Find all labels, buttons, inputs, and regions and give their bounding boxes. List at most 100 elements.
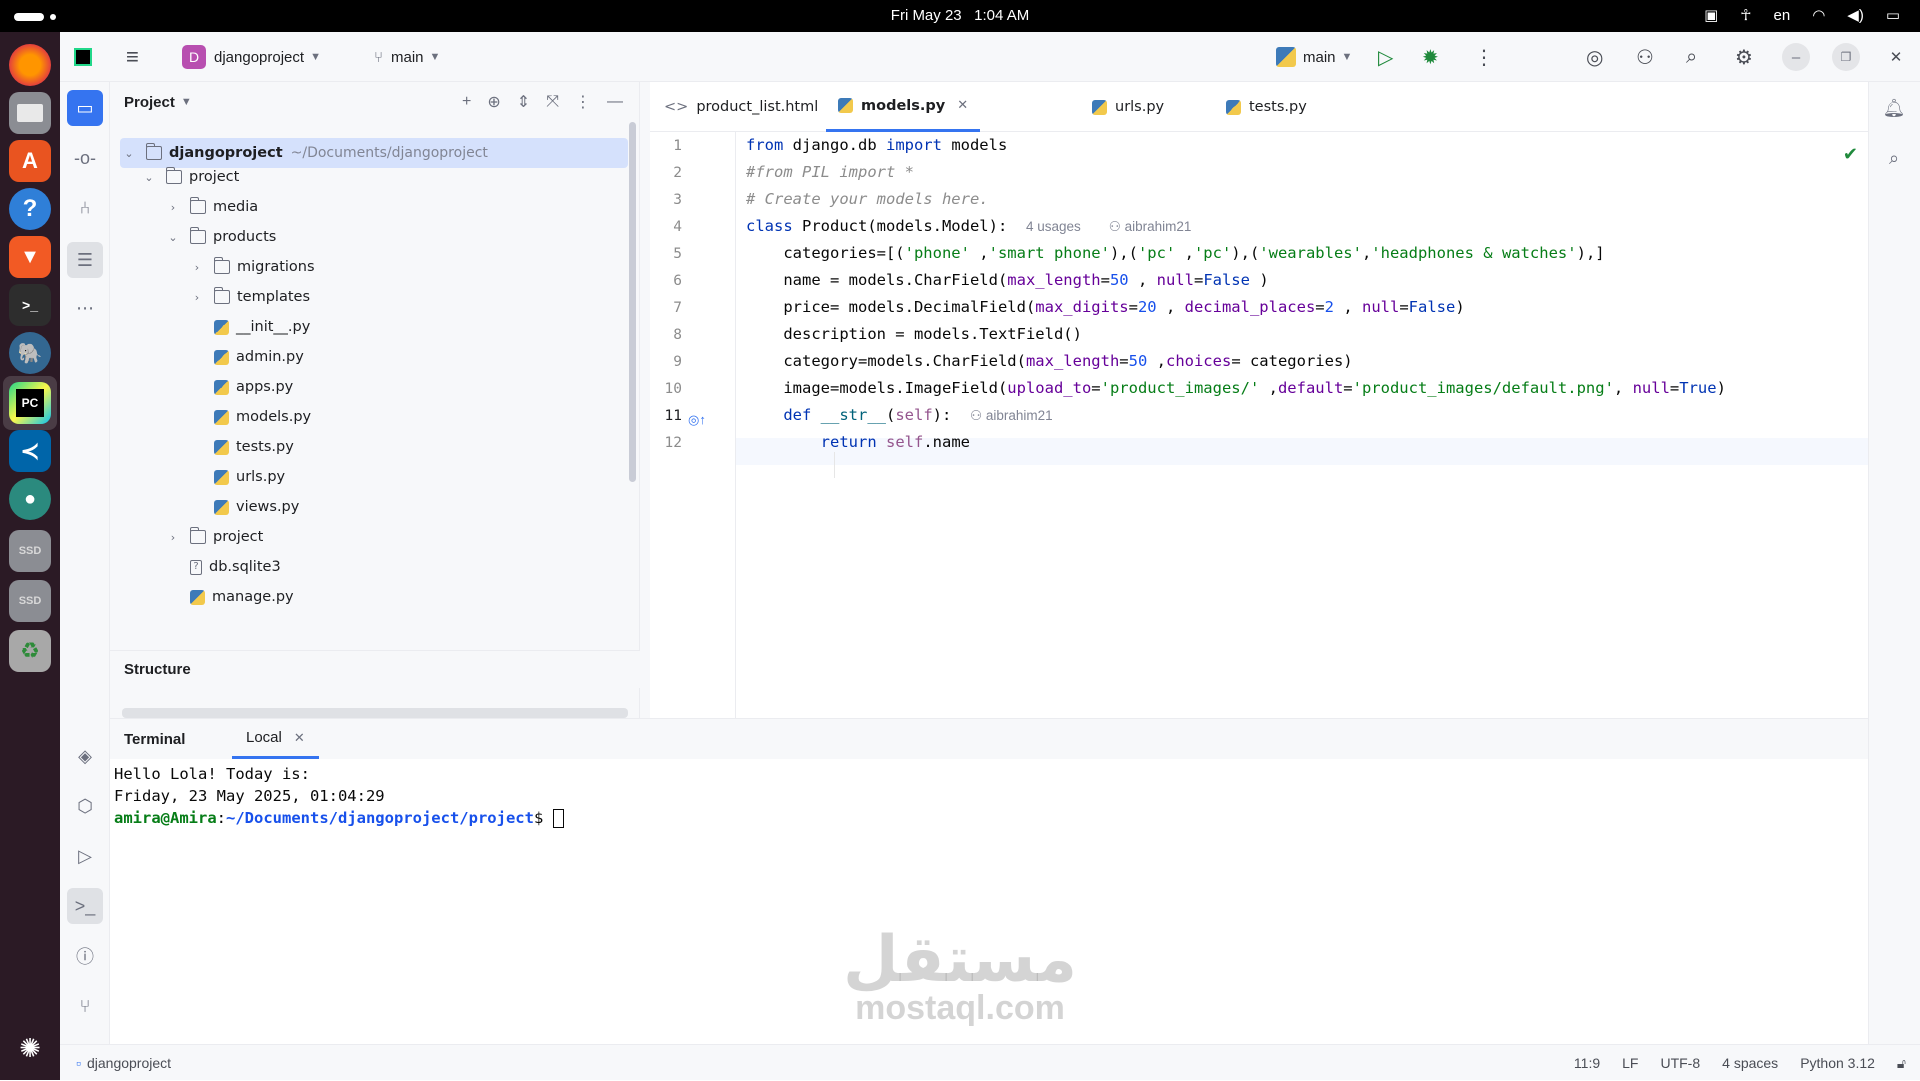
chevron-down-icon[interactable]: ⌄ <box>122 147 136 160</box>
structure-scrollbar[interactable] <box>122 708 628 718</box>
tab-models-py[interactable]: models.py ✕ <box>826 82 981 132</box>
app-center-icon[interactable]: A <box>9 140 51 182</box>
code-line-2[interactable]: #from PIL import * <box>746 159 914 186</box>
accessibility-icon[interactable]: ☥ <box>1740 6 1751 24</box>
tab-tests-py[interactable]: tests.py <box>1226 82 1307 132</box>
tab-local[interactable]: Local ✕ <box>232 719 319 759</box>
ai-assistant-icon[interactable]: ◎ <box>1586 32 1603 82</box>
tree-scrollbar[interactable] <box>629 122 636 482</box>
terminal-tool-icon[interactable]: >_ <box>67 888 103 924</box>
ssd-drive-icon[interactable]: SSD <box>9 580 51 622</box>
input-method-icon[interactable]: ▣ <box>1704 6 1718 24</box>
chevron-right-icon[interactable]: › <box>166 531 180 544</box>
postgres-icon[interactable]: 🐘 <box>9 332 51 374</box>
hide-panel-icon[interactable]: — <box>607 93 623 111</box>
tree-item-manage[interactable]: manage.py <box>110 582 630 612</box>
search-icon[interactable]: ⌕ <box>1686 32 1697 82</box>
tree-item-products[interactable]: ⌄ products <box>110 222 630 252</box>
usages-hint[interactable]: 4 usages <box>1026 219 1081 234</box>
author-hint[interactable]: ⚇ aibrahim21 <box>970 408 1053 423</box>
code-line-10[interactable]: image=models.ImageField(upload_to='produ… <box>746 375 1726 402</box>
structure-icon[interactable]: ☰ <box>67 242 103 278</box>
tab-product-list-html[interactable]: <> product_list.html <box>664 82 818 132</box>
tree-item-tests[interactable]: tests.py <box>110 432 630 462</box>
settings-gear-icon[interactable]: ⚙ <box>1735 32 1753 82</box>
python-console-icon[interactable]: ⬡ <box>67 788 103 824</box>
chevron-down-icon[interactable]: ⌄ <box>166 231 180 244</box>
code-line-1[interactable]: from django.db import models <box>746 132 1007 159</box>
maximize-button[interactable]: ❐ <box>1832 32 1860 82</box>
locate-file-icon[interactable]: ⊕ <box>487 92 500 112</box>
brave-icon[interactable]: ▼ <box>9 236 51 278</box>
line-separator[interactable]: LF <box>1622 1055 1638 1071</box>
language-indicator[interactable]: en <box>1774 7 1791 24</box>
collapse-all-icon[interactable]: ⤧ <box>546 93 559 111</box>
git-icon[interactable]: ⑂ <box>67 988 103 1024</box>
minimize-button[interactable]: – <box>1782 32 1810 82</box>
chevron-right-icon[interactable]: › <box>190 291 204 304</box>
no-problems-check-icon[interactable]: ✔ <box>1843 144 1858 165</box>
pull-requests-icon[interactable]: ⑃ <box>67 190 103 226</box>
chevron-down-icon[interactable]: ⌄ <box>142 171 156 184</box>
ai-chat-icon[interactable]: ⌕ <box>1876 140 1912 176</box>
options-icon[interactable]: ⋮ <box>575 92 591 112</box>
new-file-icon[interactable]: + <box>462 93 471 111</box>
tree-item-models[interactable]: models.py <box>110 402 630 432</box>
close-tab-icon[interactable]: ✕ <box>294 730 305 746</box>
pycharm-icon[interactable]: PC <box>9 382 51 424</box>
pycharm-logo-icon[interactable] <box>74 32 92 82</box>
notifications-bell-icon[interactable]: 🔔︎ <box>1876 90 1912 126</box>
project-switcher[interactable]: D djangoproject ▼ <box>182 32 321 82</box>
tree-item-project-inner[interactable]: › project <box>110 522 630 552</box>
close-tab-icon[interactable]: ✕ <box>957 98 968 113</box>
code-line-11[interactable]: def __str__(self): ⚇ aibrahim21 <box>746 402 1053 429</box>
code-line-12[interactable]: return self.name <box>746 429 970 456</box>
files-icon[interactable] <box>9 92 51 134</box>
help-icon[interactable]: ? <box>9 188 51 230</box>
vscode-icon[interactable]: ≺ <box>9 430 51 472</box>
battery-icon[interactable]: ▭ <box>1886 6 1900 24</box>
tree-item-media[interactable]: › media <box>110 192 630 222</box>
structure-panel-header[interactable]: Structure <box>110 650 640 688</box>
terminal-output[interactable]: Hello Lola! Today is: Friday, 23 May 2025… <box>114 763 564 829</box>
tree-item-apps[interactable]: apps.py <box>110 372 630 402</box>
indent-setting[interactable]: 4 spaces <box>1722 1055 1778 1071</box>
file-encoding[interactable]: UTF-8 <box>1660 1055 1700 1071</box>
tab-urls-py[interactable]: urls.py <box>1092 82 1164 132</box>
tree-item-urls[interactable]: urls.py <box>110 462 630 492</box>
code-with-me-icon[interactable]: ⚇ <box>1636 32 1654 82</box>
problems-icon[interactable]: ⓘ <box>67 938 103 974</box>
volume-icon[interactable]: ◀) <box>1847 6 1864 24</box>
tree-item-templates[interactable]: › templates <box>110 282 630 312</box>
code-line-5[interactable]: categories=[('phone' ,'smart phone'),('p… <box>746 240 1604 267</box>
status-breadcrumb[interactable]: ▫ djangoproject <box>76 1045 171 1081</box>
branch-switcher[interactable]: ⑂ main ▼ <box>374 32 440 82</box>
more-actions-icon[interactable]: ⋮ <box>1474 32 1494 82</box>
project-tool-icon[interactable]: ▭ <box>67 90 103 126</box>
chevron-down-icon[interactable]: ▼ <box>181 96 192 108</box>
terminal-title[interactable]: Terminal <box>124 719 185 759</box>
wifi-icon[interactable]: ◠ <box>1812 6 1825 24</box>
expand-all-icon[interactable]: ⇕ <box>517 92 530 112</box>
tree-item-init[interactable]: __init__.py <box>110 312 630 342</box>
ssd-drive-icon[interactable]: SSD <box>9 530 51 572</box>
debug-icon[interactable]: ✹ <box>1422 32 1439 82</box>
tree-item-admin[interactable]: admin.py <box>110 342 630 372</box>
code-line-6[interactable]: name = models.CharField(max_length=50 , … <box>746 267 1268 294</box>
system-tray[interactable]: ▣ ☥ en ◠ ◀) ▭ <box>1704 6 1900 25</box>
run-icon[interactable]: ▷ <box>1378 32 1393 82</box>
run-config-selector[interactable]: main ▼ <box>1276 32 1352 82</box>
terminal-icon[interactable]: >_ <box>9 284 51 326</box>
override-marker-icon[interactable]: ◎↑ <box>688 412 706 428</box>
trash-icon[interactable]: ♻ <box>9 630 51 672</box>
tree-item-db[interactable]: ? db.sqlite3 <box>110 552 630 582</box>
more-tools-icon[interactable]: ⋯ <box>67 290 103 326</box>
app-icon[interactable]: ● <box>9 478 51 520</box>
chevron-right-icon[interactable]: › <box>166 201 180 214</box>
code-line-7[interactable]: price= models.DecimalField(max_digits=20… <box>746 294 1464 321</box>
main-menu-icon[interactable]: ≡ <box>126 32 139 82</box>
tree-item-project[interactable]: ⌄ project <box>110 162 630 192</box>
caret-position[interactable]: 11:9 <box>1574 1055 1600 1071</box>
code-line-9[interactable]: category=models.CharField(max_length=50 … <box>746 348 1352 375</box>
services-icon[interactable]: ▷ <box>67 838 103 874</box>
